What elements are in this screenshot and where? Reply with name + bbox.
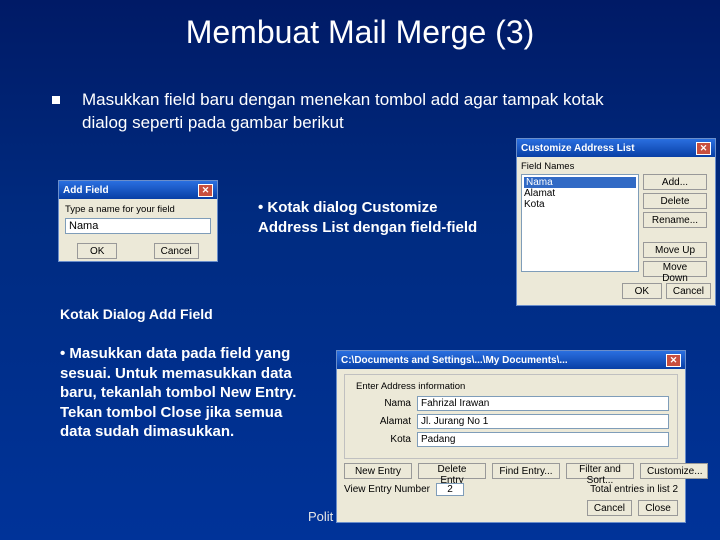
titlebar-text: Add Field: [63, 185, 109, 196]
close-icon[interactable]: ✕: [696, 142, 711, 155]
dialog-new-address-list: C:\Documents and Settings\...\My Documen…: [336, 350, 686, 523]
addfield-caption: Kotak Dialog Add Field: [60, 306, 213, 322]
list-item[interactable]: Alamat: [524, 188, 636, 199]
filter-sort-button[interactable]: Filter and Sort...: [566, 463, 634, 479]
rename-button[interactable]: Rename...: [643, 212, 707, 228]
fieldnames-label: Field Names: [521, 161, 711, 172]
newentry-caption: • Masukkan data pada field yang sesuai. …: [60, 344, 300, 442]
kota-label: Kota: [353, 434, 411, 445]
add-button[interactable]: Add...: [643, 174, 707, 190]
group-title: Enter Address information: [353, 381, 468, 392]
addfield-prompt: Type a name for your field: [65, 204, 211, 215]
alamat-label: Alamat: [353, 416, 411, 427]
list-item[interactable]: Kota: [524, 199, 636, 210]
close-icon[interactable]: ✕: [198, 184, 213, 197]
moveup-button[interactable]: Move Up: [643, 242, 707, 258]
customize-caption: • Kotak dialog Customize Address List de…: [258, 198, 488, 237]
close-icon[interactable]: ✕: [666, 354, 681, 367]
customize-button[interactable]: Customize...: [640, 463, 708, 479]
kota-input[interactable]: [417, 432, 669, 447]
bullet-text: Masukkan field baru dengan menekan tombo…: [82, 89, 650, 135]
cancel-button[interactable]: Cancel: [154, 243, 199, 259]
dialog-add-field: Add Field ✕ Type a name for your field O…: [58, 180, 218, 262]
ok-button[interactable]: OK: [77, 243, 117, 259]
fieldnames-listbox[interactable]: Nama Alamat Kota: [521, 174, 639, 272]
view-entry-label: View Entry Number: [344, 484, 430, 495]
dialog-customize-address-list: Customize Address List ✕ Field Names Nam…: [516, 138, 716, 306]
footer-text: Polit: [308, 509, 333, 524]
titlebar-customize: Customize Address List ✕: [517, 139, 715, 157]
view-entry-number[interactable]: 2: [436, 483, 464, 496]
alamat-input[interactable]: [417, 414, 669, 429]
slide-title: Membuat Mail Merge (3): [0, 0, 720, 51]
new-entry-button[interactable]: New Entry: [344, 463, 412, 479]
cancel-button[interactable]: Cancel: [587, 500, 632, 516]
list-item[interactable]: Nama: [524, 177, 636, 188]
nama-label: Nama: [353, 398, 411, 409]
cancel-button[interactable]: Cancel: [666, 283, 711, 299]
close-button[interactable]: Close: [638, 500, 678, 516]
titlebar-text: Customize Address List: [521, 143, 635, 154]
nama-input[interactable]: [417, 396, 669, 411]
find-entry-button[interactable]: Find Entry...: [492, 463, 560, 479]
titlebar-add-field: Add Field ✕: [59, 181, 217, 199]
titlebar-text: C:\Documents and Settings\...\My Documen…: [341, 355, 568, 366]
total-label: Total entries in list: [590, 484, 669, 495]
movedown-button[interactable]: Move Down: [643, 261, 707, 277]
addfield-input[interactable]: [65, 218, 211, 234]
ok-button[interactable]: OK: [622, 283, 662, 299]
delete-entry-button[interactable]: Delete Entry: [418, 463, 486, 479]
bullet-block: Masukkan field baru dengan menekan tombo…: [0, 51, 720, 135]
titlebar-newlist: C:\Documents and Settings\...\My Documen…: [337, 351, 685, 369]
delete-button[interactable]: Delete: [643, 193, 707, 209]
bullet-icon: [52, 96, 60, 104]
total-value: 2: [672, 484, 678, 495]
